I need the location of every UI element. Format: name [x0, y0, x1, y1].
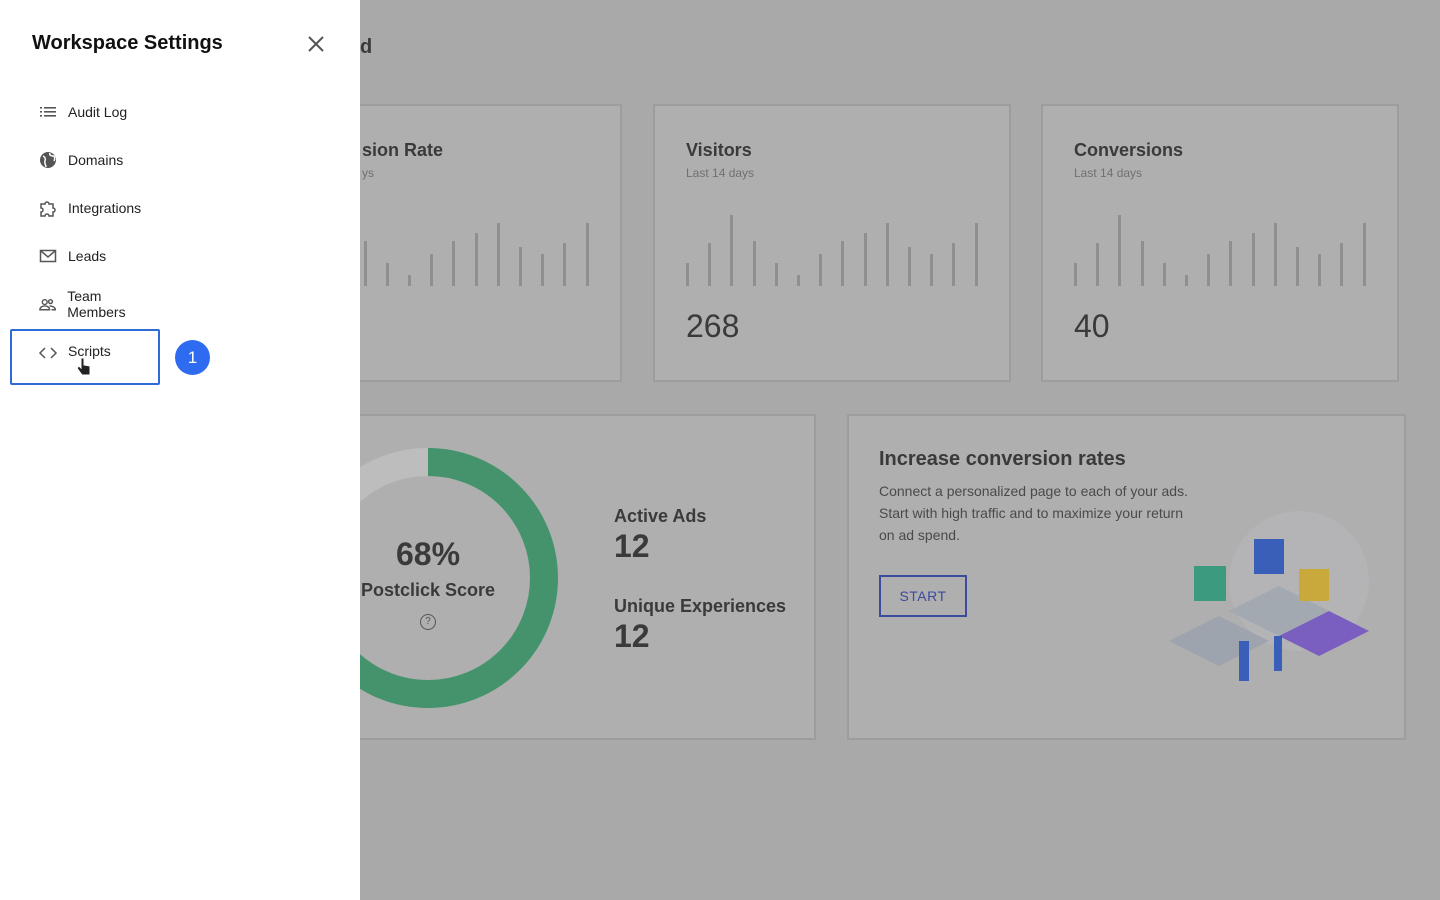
visitors-card: Visitors Last 14 days 268: [653, 104, 1011, 382]
sparkline-bar: [797, 275, 800, 286]
sparkline-bar: [386, 263, 389, 286]
sparkline-bar: [975, 223, 978, 286]
sparkline-bar: [686, 263, 689, 286]
sparkline-bar: [708, 243, 711, 286]
sidebar-item-team-members[interactable]: Team Members: [10, 277, 160, 331]
sparkline-bar: [1118, 215, 1121, 286]
sparkline-bar: [408, 275, 411, 286]
sidebar-item-label: Integrations: [68, 200, 141, 216]
mail-icon: [38, 246, 58, 266]
sparkline-bar: [1141, 241, 1144, 286]
start-button[interactable]: START: [879, 575, 967, 617]
globe-icon: [38, 150, 58, 170]
card-value: 40: [1074, 308, 1110, 345]
people-icon: [38, 294, 57, 314]
page-title: d: [360, 36, 372, 59]
sparkline-bar: [497, 223, 500, 286]
sparkline-bar: [1318, 254, 1321, 286]
sidebar-item-label: Team Members: [67, 288, 160, 320]
workspace-settings-panel: Workspace Settings Audit Log Domains Int…: [0, 0, 360, 900]
stat-label: Active Ads: [614, 506, 706, 527]
sparkline-bar: [452, 241, 455, 286]
card-subtitle: Last 14 days: [686, 166, 754, 180]
card-subtitle: ys: [362, 166, 374, 180]
sidebar-item-leads[interactable]: Leads: [10, 229, 160, 283]
sparkline-bar: [563, 243, 566, 286]
panel-title: Workspace Settings: [32, 32, 223, 55]
sparkline-bar: [1096, 243, 1099, 286]
promo-illustration: [1169, 511, 1379, 691]
close-icon[interactable]: [304, 32, 328, 56]
promo-card: Increase conversion rates Connect a pers…: [847, 414, 1406, 740]
stat-value: 12: [614, 618, 650, 655]
sparkline-bar: [1074, 263, 1077, 286]
sidebar-item-label: Leads: [68, 248, 106, 264]
sparkline: [686, 206, 986, 286]
sparkline-bar: [753, 241, 756, 286]
promo-title: Increase conversion rates: [879, 448, 1126, 471]
sparkline-bar: [519, 247, 522, 286]
sidebar-item-audit-log[interactable]: Audit Log: [10, 85, 160, 139]
promo-body: Connect a personalized page to each of y…: [879, 480, 1189, 546]
sparkline-bar: [1252, 233, 1255, 286]
stat-value: 12: [614, 528, 650, 565]
card-title: Conversions: [1074, 140, 1183, 161]
sparkline-bar: [1296, 247, 1299, 286]
sparkline-bar: [930, 254, 933, 286]
sparkline-bar: [1363, 223, 1366, 286]
sparkline: [1074, 206, 1374, 286]
sparkline-bar: [430, 254, 433, 286]
sidebar-item-label: Audit Log: [68, 104, 127, 120]
sparkline-bar: [819, 254, 822, 286]
sparkline-bar: [730, 215, 733, 286]
card-title: Visitors: [686, 140, 752, 161]
sparkline-bar: [952, 243, 955, 286]
step-badge: 1: [175, 340, 210, 375]
sparkline-bar: [475, 233, 478, 286]
puzzle-icon: [38, 198, 58, 218]
sparkline-bar: [908, 247, 911, 286]
sidebar-item-domains[interactable]: Domains: [10, 133, 160, 187]
sparkline-bar: [1229, 241, 1232, 286]
card-value: 268: [686, 308, 739, 345]
sparkline-bar: [1185, 275, 1188, 286]
list-icon: [38, 102, 58, 122]
hand-cursor-icon: [76, 357, 92, 377]
sparkline-bar: [586, 223, 589, 286]
card-title: sion Rate: [362, 140, 443, 161]
sparkline-bar: [1274, 223, 1277, 286]
sparkline-bar: [1340, 243, 1343, 286]
sparkline-bar: [541, 254, 544, 286]
sparkline-bar: [886, 223, 889, 286]
sidebar-item-label: Domains: [68, 152, 123, 168]
sparkline-bar: [864, 233, 867, 286]
sparkline-bar: [364, 241, 367, 286]
conversions-card: Conversions Last 14 days 40: [1041, 104, 1399, 382]
sparkline-bar: [841, 241, 844, 286]
code-icon: [38, 343, 58, 363]
stat-label: Unique Experiences: [614, 596, 786, 617]
help-icon[interactable]: ?: [420, 614, 436, 630]
sparkline-bar: [1207, 254, 1210, 286]
sidebar-item-integrations[interactable]: Integrations: [10, 181, 160, 235]
sparkline-bar: [1163, 263, 1166, 286]
sparkline-bar: [775, 263, 778, 286]
card-subtitle: Last 14 days: [1074, 166, 1142, 180]
